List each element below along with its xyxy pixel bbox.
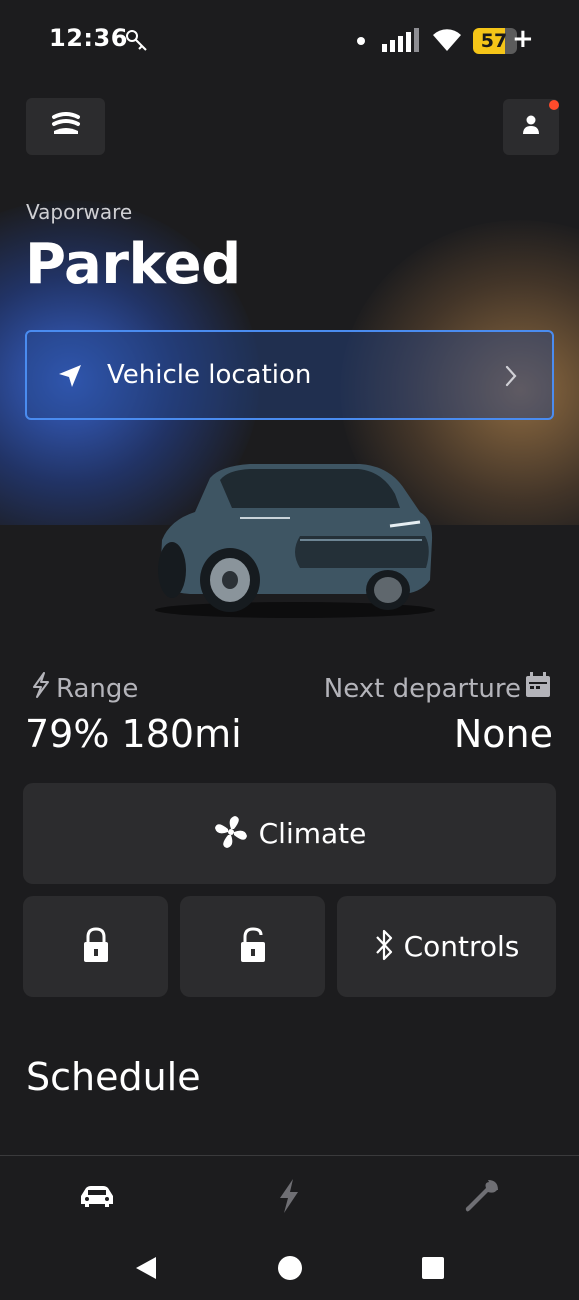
charging-indicator: +	[512, 24, 534, 54]
calendar-icon	[525, 672, 551, 705]
car-icon	[79, 1184, 115, 1212]
battery-icon: 57	[473, 28, 517, 54]
climate-label: Climate	[258, 817, 367, 850]
wrench-icon	[464, 1178, 500, 1218]
system-nav-bar	[0, 1235, 579, 1300]
controls-label: Controls	[403, 930, 520, 963]
vehicle-location-button[interactable]: Vehicle location	[25, 330, 554, 420]
profile-button[interactable]	[503, 99, 559, 155]
fan-icon	[213, 814, 249, 854]
vehicle-status: Parked	[25, 232, 241, 297]
car-stack-icon	[51, 111, 81, 142]
status-bar: 12:36 57 +	[0, 0, 579, 84]
vehicle-menu-button[interactable]	[26, 98, 105, 155]
nav-charging[interactable]	[267, 1176, 311, 1220]
unlock-button[interactable]	[180, 896, 325, 997]
lock-icon	[82, 926, 110, 967]
unlock-icon	[239, 926, 267, 967]
bluetooth-icon	[374, 928, 394, 966]
range-value: 79% 180mi	[25, 712, 242, 756]
recents-icon[interactable]	[422, 1257, 444, 1283]
vehicle-name: Vaporware	[26, 200, 133, 224]
navigation-arrow-icon	[57, 363, 83, 393]
climate-button[interactable]: Climate	[23, 783, 556, 884]
lock-button[interactable]	[23, 896, 168, 997]
range-label-group: Range	[32, 672, 138, 705]
back-icon[interactable]	[134, 1255, 158, 1285]
nav-service[interactable]	[460, 1176, 504, 1220]
departure-label: Next departure	[323, 673, 521, 704]
charge-icon	[277, 1178, 301, 1218]
dot-icon	[357, 37, 365, 45]
person-icon	[522, 115, 540, 139]
signal-icon	[382, 28, 422, 56]
chevron-right-icon	[504, 364, 518, 392]
schedule-heading: Schedule	[26, 1055, 201, 1099]
wifi-icon	[431, 27, 463, 57]
departure-label-group: Next departure	[324, 672, 551, 705]
lightning-icon	[32, 672, 50, 705]
nav-vehicle[interactable]	[75, 1176, 119, 1220]
vehicle-image	[150, 460, 440, 620]
bottom-nav	[0, 1155, 579, 1235]
notification-badge	[549, 100, 559, 110]
controls-button[interactable]: Controls	[337, 896, 556, 997]
key-icon	[124, 28, 150, 58]
status-time: 12:36	[49, 24, 128, 52]
departure-value: None	[453, 712, 553, 756]
range-label: Range	[56, 673, 139, 704]
battery-level: 57	[480, 30, 508, 52]
home-icon[interactable]	[277, 1255, 303, 1285]
vehicle-location-label: Vehicle location	[107, 360, 312, 390]
